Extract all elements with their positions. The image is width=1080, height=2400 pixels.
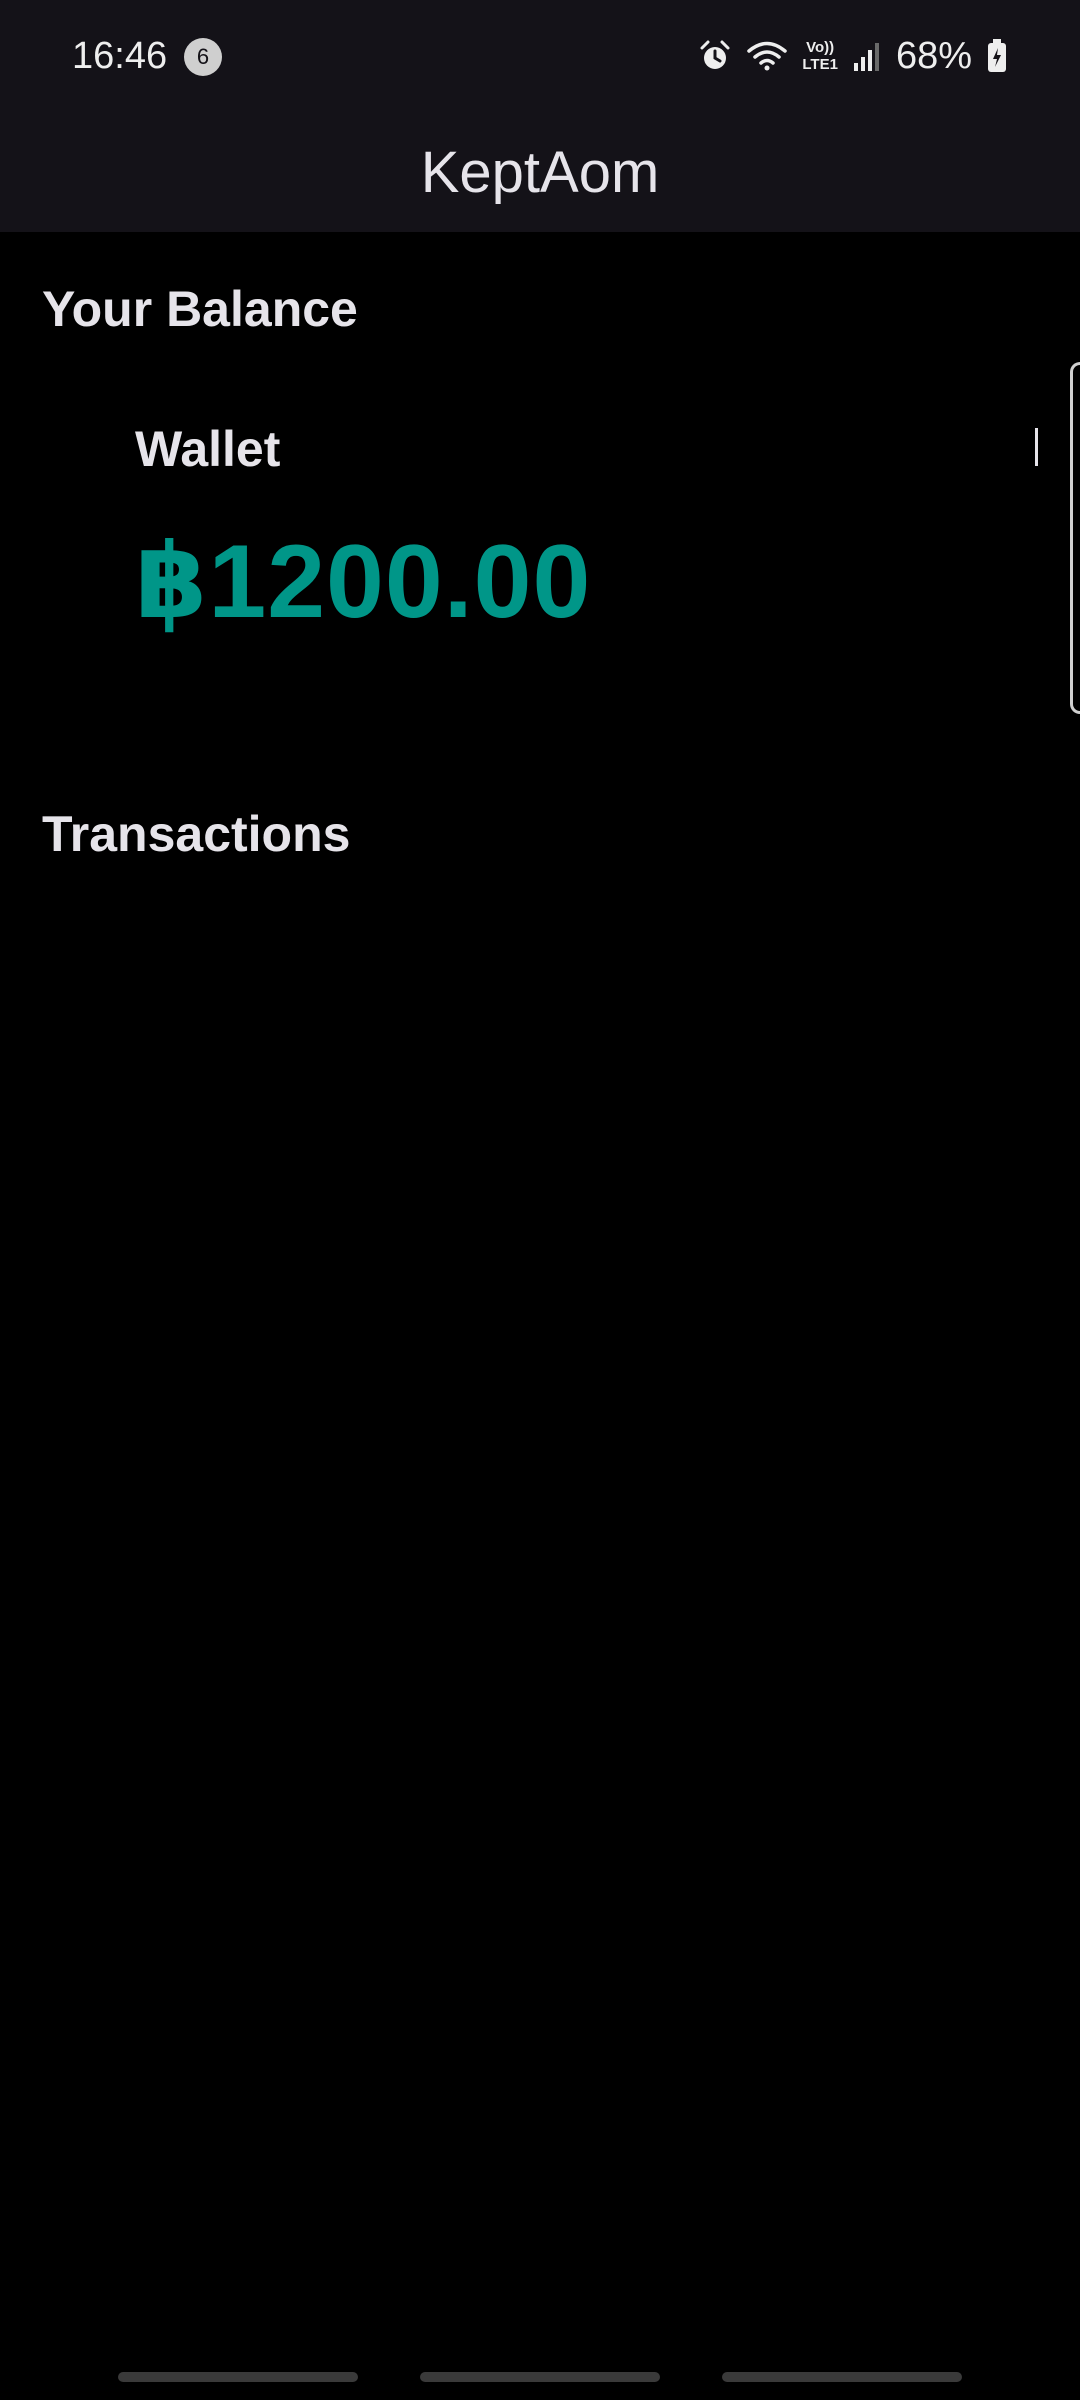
text-cursor: [1035, 428, 1038, 466]
transactions-section-title: Transactions: [42, 806, 351, 862]
balance-section-title: Your Balance: [42, 281, 358, 337]
status-bar: 16:46 6 Vo)) LTE1 68%: [0, 0, 1080, 112]
alarm-icon: [698, 39, 732, 73]
navigation-bar: [0, 2372, 1080, 2382]
nav-recents-handle[interactable]: [118, 2372, 358, 2382]
app-title: KeptAom: [420, 139, 660, 205]
top-bar-area: 16:46 6 Vo)) LTE1 68% KeptAom: [0, 0, 1080, 232]
notification-count-badge: 6: [184, 38, 222, 76]
status-icons: Vo)) LTE1 68%: [698, 30, 1008, 82]
wallet-card[interactable]: Wallet ฿1200.00: [0, 372, 1080, 672]
wallet-label: Wallet: [135, 421, 281, 477]
volte-line-1: Vo)): [806, 39, 835, 56]
battery-charging-icon: [986, 38, 1008, 74]
volte-icon: Vo)) LTE1: [802, 39, 838, 73]
edge-panel-handle[interactable]: [1070, 362, 1080, 714]
battery-percent: 68%: [895, 35, 972, 77]
nav-home-handle[interactable]: [420, 2372, 660, 2382]
wifi-icon: [746, 39, 788, 73]
nav-back-handle[interactable]: [722, 2372, 962, 2382]
app-bar: KeptAom: [0, 112, 1080, 232]
signal-icon: [852, 39, 882, 73]
volte-line-2: LTE1: [802, 56, 838, 73]
wallet-balance-amount: ฿1200.00: [135, 524, 592, 640]
status-time: 16:46: [72, 35, 168, 77]
